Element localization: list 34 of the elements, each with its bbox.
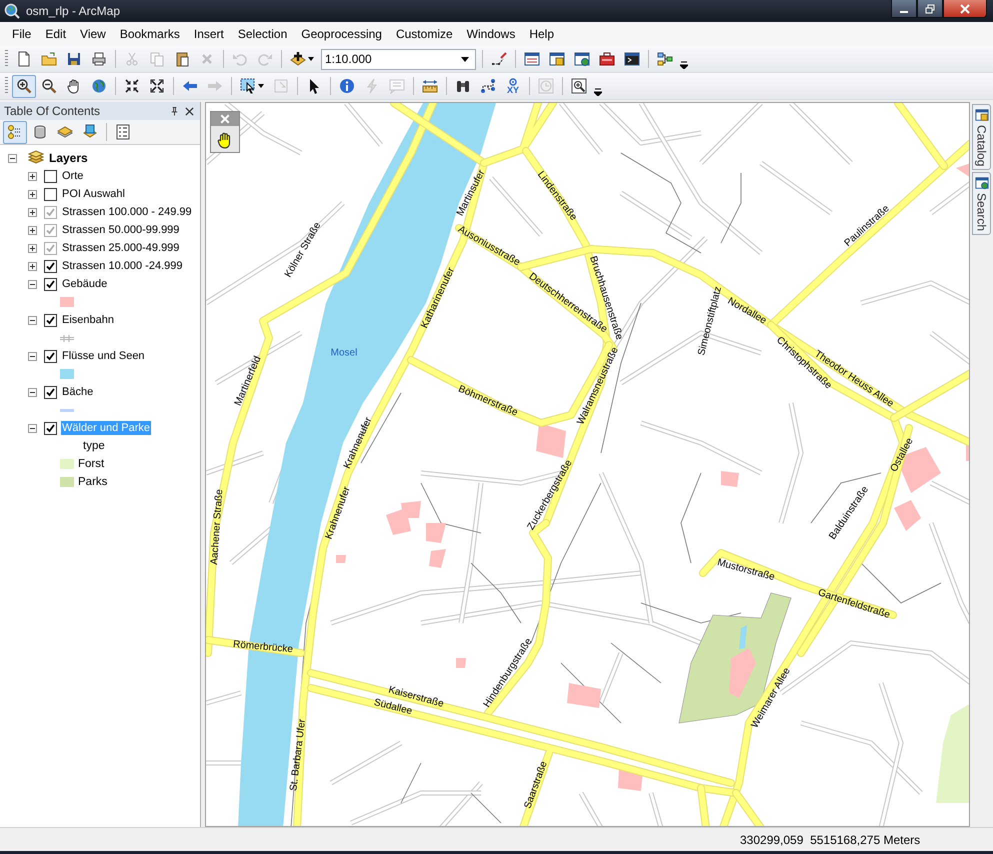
legend-label: Forst	[78, 458, 104, 470]
legend-heading: type	[83, 440, 105, 452]
layer-label[interactable]: Flüsse und Seen	[61, 349, 146, 363]
scale-combo[interactable]: 1:10.000	[321, 48, 476, 70]
panel-title: Table Of Contents	[4, 104, 100, 118]
menu-item[interactable]: View	[73, 24, 113, 44]
layer-label[interactable]: Orte	[61, 169, 84, 183]
menu-item[interactable]: Bookmarks	[112, 24, 187, 44]
layer-label[interactable]: Strassen 10.000 -24.999	[61, 259, 184, 273]
scale-value: 1:10.000	[325, 52, 372, 66]
street-label: Römerbrücke	[232, 639, 294, 656]
menu-item[interactable]: Selection	[230, 24, 294, 44]
street-label: Aachener Straße	[209, 488, 226, 566]
menu-item[interactable]: Windows	[460, 24, 522, 44]
menu-item[interactable]: Help	[522, 24, 562, 44]
dock-tab[interactable]: Search	[972, 172, 991, 236]
coordinates-readout: 330299,059 5515168,275 Meters	[740, 832, 920, 846]
window-title: osm_rlp - ArcMap	[26, 4, 120, 18]
go-to-xy-button[interactable]: XY	[501, 74, 525, 98]
river-label: Mosel	[330, 348, 358, 359]
menu-item[interactable]: Geoprocessing	[294, 24, 389, 44]
menu-item[interactable]: Insert	[186, 24, 231, 44]
menu-item[interactable]: Edit	[38, 24, 74, 44]
layer-label[interactable]: POI Auswahl	[61, 187, 126, 201]
menu-item[interactable]: Customize	[388, 24, 460, 44]
legend-label: Parks	[78, 476, 108, 488]
xy-text: XY	[506, 86, 519, 94]
menu-item[interactable]: File	[5, 24, 38, 44]
layer-label[interactable]: Eisenbahn	[61, 313, 115, 327]
layer-group-label[interactable]: Layers	[49, 151, 88, 165]
dock-tab[interactable]: Catalog	[972, 104, 991, 170]
layer-label[interactable]: Gebäude	[61, 277, 108, 291]
street-label: St. Barbara Ufer	[288, 718, 308, 792]
layer-label[interactable]: Bäche	[61, 385, 94, 399]
